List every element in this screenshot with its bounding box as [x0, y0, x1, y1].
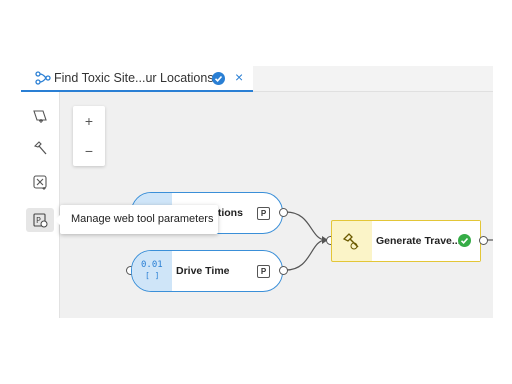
add-data-button[interactable] [26, 104, 54, 128]
tooltip-arrow [55, 215, 60, 225]
variable-button[interactable] [26, 170, 54, 194]
tooltip-text: Manage web tool parameters [71, 213, 214, 225]
parameter-badge: P [257, 207, 270, 220]
output-port[interactable] [479, 236, 488, 245]
manage-web-tool-parameters-button[interactable]: P [26, 208, 54, 232]
variable-icon [33, 175, 47, 190]
check-circle-icon [458, 234, 471, 247]
node-generate-travel[interactable]: Generate Trave... [331, 220, 481, 262]
svg-text:P: P [36, 216, 41, 225]
bracket-icon: [ ] [145, 271, 160, 280]
add-data-icon [33, 110, 47, 123]
tab-bar: Find Toxic Site...ur Locations × [21, 66, 493, 92]
node-label: Drive Time [176, 265, 230, 277]
tools-button[interactable] [26, 136, 54, 160]
number-variable-icon: 0.01 [141, 260, 163, 270]
node-label: Generate Trave... [376, 235, 461, 247]
model-icon [35, 71, 51, 85]
node-icon-area: 0.01 [ ] [132, 251, 172, 291]
check-circle-icon [212, 72, 225, 85]
close-icon[interactable]: × [235, 69, 243, 85]
output-port[interactable] [279, 266, 288, 275]
node-drive-time[interactable]: 0.01 [ ] Drive Time P [131, 250, 283, 292]
tool-icon [342, 233, 359, 250]
left-toolbar: P [21, 92, 60, 318]
tab-title: Find Toxic Site...ur Locations [54, 71, 214, 85]
tooltip: Manage web tool parameters [55, 205, 218, 234]
parameter-badge: P [257, 265, 270, 278]
web-tool-parameters-icon: P [33, 213, 48, 228]
tools-icon [33, 141, 47, 155]
tab-model[interactable]: Find Toxic Site...ur Locations × [21, 66, 253, 92]
output-port[interactable] [279, 208, 288, 217]
